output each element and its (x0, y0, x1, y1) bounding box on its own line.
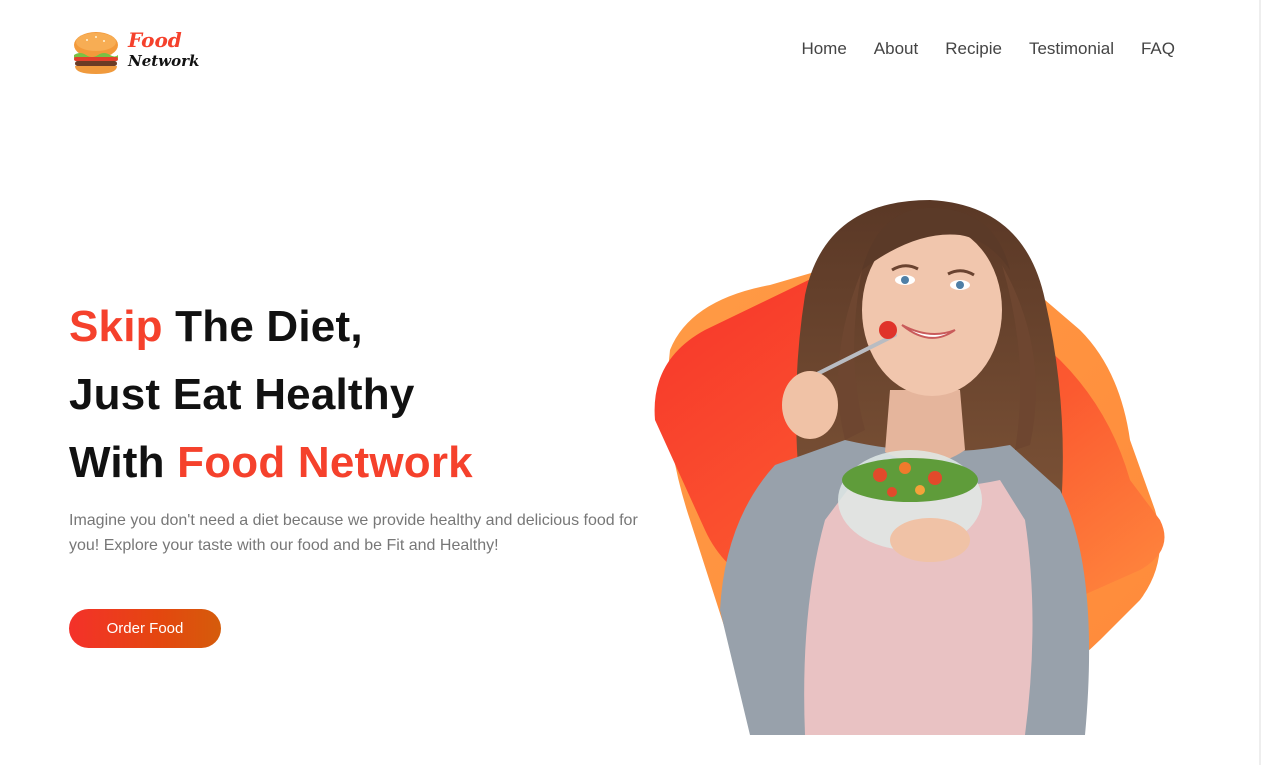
nav-link-recipie[interactable]: Recipie (945, 38, 1002, 60)
hero-title-line3-lead: With (69, 438, 178, 487)
main-nav: Home About Recipie Testimonial FAQ (801, 38, 1175, 60)
hero-title-accent-skip: Skip (69, 302, 163, 351)
brand-name-line2: Network (128, 52, 200, 70)
hero-title: Skip The Diet, Just Eat Healthy With Foo… (69, 293, 473, 497)
nav-link-testimonial[interactable]: Testimonial (1029, 38, 1114, 60)
hero-title-line1-rest: The Diet, (162, 302, 363, 351)
hero-image (654, 200, 1165, 735)
brand-logo[interactable]: Food Network (72, 28, 202, 76)
landing-page: Food Network Home About Recipie Testimon… (0, 0, 1261, 765)
cherry-tomato (879, 321, 897, 339)
hero-title-line3: With Food Network (69, 429, 473, 497)
raised-hand (782, 371, 838, 439)
burger-icon (74, 32, 118, 74)
hero-title-line1: Skip The Diet, (69, 293, 473, 361)
order-food-button[interactable]: Order Food (69, 609, 221, 648)
hero-title-accent-brand: Food Network (177, 438, 473, 487)
hero-title-line2: Just Eat Healthy (69, 370, 415, 419)
nav-link-faq[interactable]: FAQ (1141, 38, 1175, 60)
bowl-hand (890, 518, 970, 562)
hero-description: Imagine you don't need a diet because we… (69, 512, 638, 554)
nav-link-about[interactable]: About (874, 38, 918, 60)
nav-link-home[interactable]: Home (801, 38, 846, 60)
brand-name-line1: Food (128, 28, 182, 52)
